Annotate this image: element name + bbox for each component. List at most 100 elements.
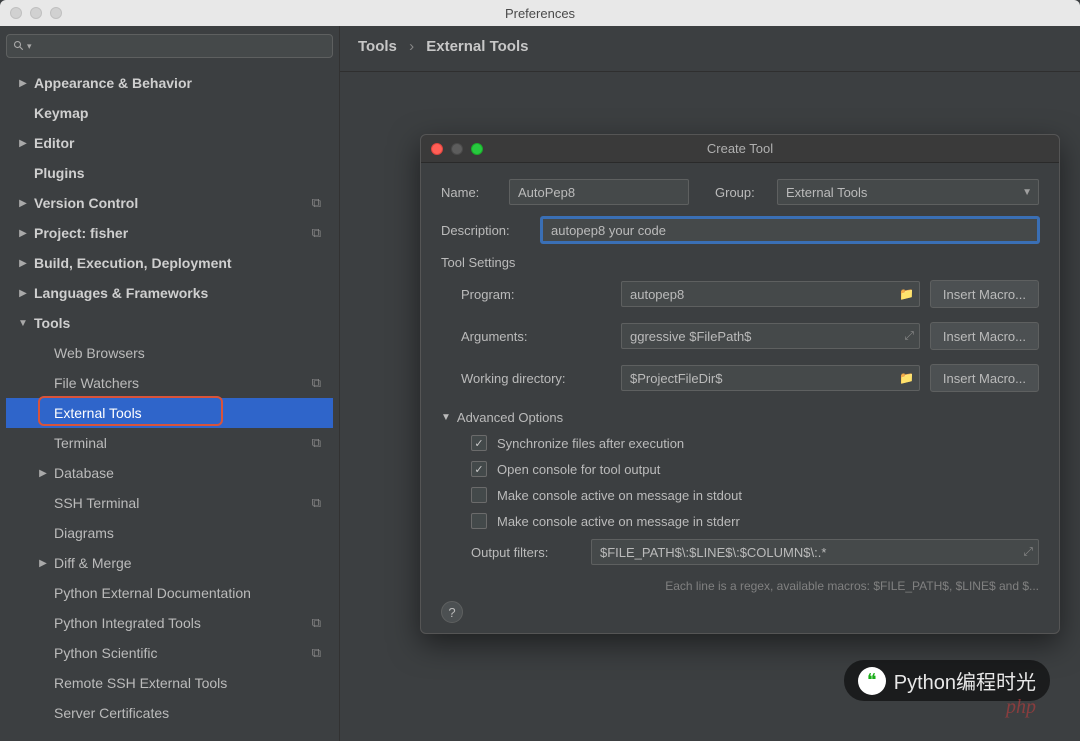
folder-icon[interactable]: 📁 — [899, 371, 914, 385]
copy-icon: ⧉ — [312, 435, 321, 451]
copy-icon: ⧉ — [312, 645, 321, 661]
copy-icon: ⧉ — [312, 615, 321, 631]
breadcrumb-root[interactable]: Tools — [358, 38, 397, 55]
create-tool-dialog: Create Tool Name: AutoPep8 Group: Extern… — [420, 134, 1060, 634]
copy-icon: ⧉ — [312, 495, 321, 511]
sidebar-item-python-scientific[interactable]: Python Scientific ⧉ — [6, 638, 333, 668]
check-row: Synchronize files after execution — [471, 435, 1039, 451]
expand-icon[interactable]: ⤢ — [904, 329, 914, 344]
sidebar-item-languages-frameworks[interactable]: ▶Languages & Frameworks — [6, 278, 333, 308]
sidebar-item-appearance-behavior[interactable]: ▶Appearance & Behavior — [6, 68, 333, 98]
sidebar-item-label: Editor — [34, 135, 74, 151]
php-watermark: php — [1006, 696, 1036, 719]
sidebar-item-diff-merge[interactable]: ▶ Diff & Merge — [6, 548, 333, 578]
sidebar-item-label: Build, Execution, Deployment — [34, 255, 232, 271]
titlebar: Preferences — [0, 0, 1080, 26]
description-label: Description: — [441, 223, 533, 238]
sidebar-item-plugins[interactable]: Plugins — [6, 158, 333, 188]
output-filters-row: Output filters: $FILE_PATH$\:$LINE$\:$CO… — [471, 539, 1039, 565]
output-filters-hint: Each line is a regex, available macros: … — [441, 579, 1039, 593]
sidebar-item-label: Python Integrated Tools — [54, 615, 201, 631]
sidebar-item-server-certificates[interactable]: Server Certificates — [6, 698, 333, 728]
copy-icon: ⧉ — [312, 225, 321, 241]
tree-arrow-icon: ▶ — [18, 288, 28, 299]
sidebar-item-remote-ssh-external-tools[interactable]: Remote SSH External Tools — [6, 668, 333, 698]
sidebar-item-label: Python Scientific — [54, 645, 158, 661]
description-input[interactable]: autopep8 your code — [541, 217, 1039, 243]
sidebar-item-build-execution-deployment[interactable]: ▶Build, Execution, Deployment — [6, 248, 333, 278]
copy-icon: ⧉ — [312, 195, 321, 211]
search-input[interactable]: ▾ — [6, 34, 333, 58]
sidebar-item-label: Python External Documentation — [54, 585, 251, 601]
sidebar-item-terminal[interactable]: Terminal ⧉ — [6, 428, 333, 458]
tree-arrow-icon: ▶ — [18, 138, 28, 149]
sidebar-item-label: Web Browsers — [54, 345, 145, 361]
program-input[interactable]: autopep8 — [621, 281, 920, 307]
sidebar-item-editor[interactable]: ▶ Editor — [6, 128, 333, 158]
arguments-input[interactable]: ggressive $FilePath$ — [621, 323, 920, 349]
sidebar-item-label: Terminal — [54, 435, 107, 451]
tree-arrow-icon: ▼ — [18, 318, 28, 329]
sidebar-item-label: Remote SSH External Tools — [54, 675, 227, 691]
folder-icon[interactable]: 📁 — [899, 287, 914, 301]
sidebar-item-version-control[interactable]: ▶Version Control⧉ — [6, 188, 333, 218]
checkbox[interactable] — [471, 435, 487, 451]
output-filters-label: Output filters: — [471, 545, 581, 560]
advanced-options-toggle[interactable]: ▼ Advanced Options — [441, 410, 1039, 425]
sidebar-item-external-tools[interactable]: External Tools — [6, 398, 333, 428]
content: ▾ ▶Appearance & Behavior Keymap ▶ Editor Plu… — [0, 26, 1080, 741]
name-input[interactable]: AutoPep8 — [509, 179, 689, 205]
wechat-watermark: ❝ Python编程时光 — [844, 660, 1050, 701]
workdir-input[interactable]: $ProjectFileDir$ — [621, 365, 920, 391]
checkbox-label: Make console active on message in stderr — [497, 514, 740, 529]
expand-icon[interactable]: ⤢ — [1023, 545, 1033, 560]
checkbox[interactable] — [471, 513, 487, 529]
sidebar-item-label: External Tools — [54, 405, 142, 421]
check-row: Make console active on message in stderr — [471, 513, 1039, 529]
sidebar-item-label: Tools — [34, 315, 70, 331]
group-label: Group: — [715, 185, 769, 200]
window-title: Preferences — [0, 6, 1080, 21]
insert-macro-button-program[interactable]: Insert Macro... — [930, 280, 1039, 308]
sidebar-item-label: Plugins — [34, 165, 85, 181]
sidebar-item-label: Project: fisher — [34, 225, 128, 241]
search-icon — [13, 40, 25, 52]
preferences-window: Preferences ▾ ▶Appearance & Behavior Keym… — [0, 0, 1080, 741]
checkbox[interactable] — [471, 461, 487, 477]
tool-settings-section: Program: autopep8📁 Insert Macro... Argum… — [441, 280, 1039, 392]
check-row: Open console for tool output — [471, 461, 1039, 477]
sidebar-item-label: Keymap — [34, 105, 88, 121]
sidebar-item-diagrams[interactable]: Diagrams — [6, 518, 333, 548]
settings-tree: ▶Appearance & Behavior Keymap ▶ Editor Plugi… — [6, 68, 333, 728]
sidebar-item-label: Diff & Merge — [54, 555, 132, 571]
dialog-title: Create Tool — [421, 141, 1059, 156]
insert-macro-button-workdir[interactable]: Insert Macro... — [930, 364, 1039, 392]
breadcrumb: Tools › External Tools — [340, 26, 1080, 67]
checkbox[interactable] — [471, 487, 487, 503]
sidebar-item-python-integrated-tools[interactable]: Python Integrated Tools ⧉ — [6, 608, 333, 638]
sidebar-item-python-external-documentation[interactable]: Python External Documentation — [6, 578, 333, 608]
breadcrumb-leaf: External Tools — [426, 38, 528, 55]
sidebar-item-keymap[interactable]: Keymap — [6, 98, 333, 128]
sidebar-item-label: Server Certificates — [54, 705, 169, 721]
arguments-row: Arguments: ggressive $FilePath$⤢ Insert … — [461, 322, 1039, 350]
output-filters-input[interactable]: $FILE_PATH$\:$LINE$\:$COLUMN$\:.* — [591, 539, 1039, 565]
tool-settings-label: Tool Settings — [441, 255, 1039, 270]
program-row: Program: autopep8📁 Insert Macro... — [461, 280, 1039, 308]
tree-arrow-icon: ▶ — [18, 198, 28, 209]
sidebar-item-ssh-terminal[interactable]: SSH Terminal⧉ — [6, 488, 333, 518]
insert-macro-button-arguments[interactable]: Insert Macro... — [930, 322, 1039, 350]
sidebar-item-web-browsers[interactable]: Web Browsers — [6, 338, 333, 368]
group-select[interactable]: External Tools ▼ — [777, 179, 1039, 205]
tree-arrow-icon: ▶ — [18, 228, 28, 239]
help-button[interactable]: ? — [441, 601, 463, 623]
sidebar-item-tools[interactable]: ▼ Tools — [6, 308, 333, 338]
search-dropdown-icon[interactable]: ▾ — [27, 41, 32, 52]
tree-arrow-icon: ▶ — [38, 558, 48, 569]
sidebar-item-database[interactable]: ▶Database — [6, 458, 333, 488]
sidebar-item-file-watchers[interactable]: File Watchers⧉ — [6, 368, 333, 398]
divider — [340, 71, 1080, 72]
sidebar-item-label: Database — [54, 465, 114, 481]
check-row: Make console active on message in stdout — [471, 487, 1039, 503]
sidebar-item-project-fisher[interactable]: ▶ Project: fisher ⧉ — [6, 218, 333, 248]
